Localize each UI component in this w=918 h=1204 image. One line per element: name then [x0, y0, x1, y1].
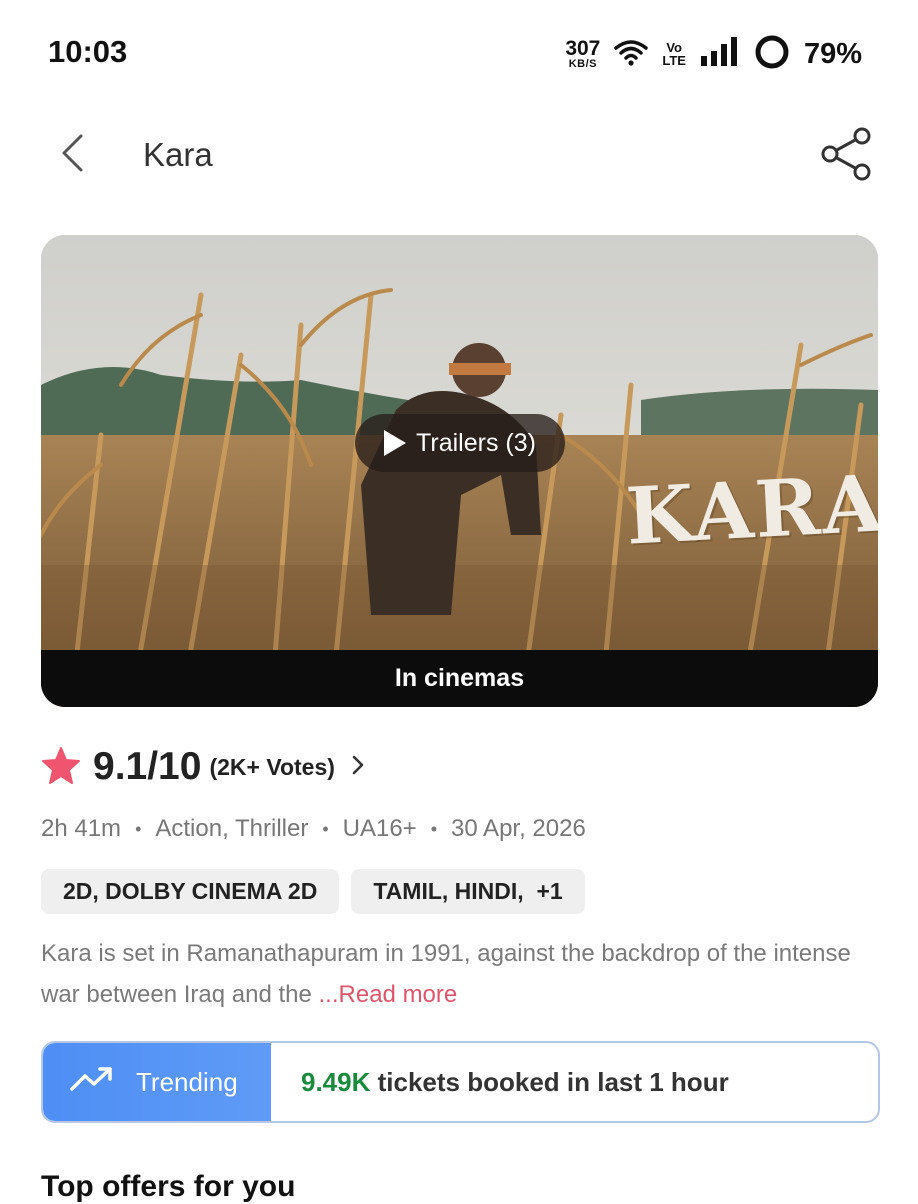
- back-button[interactable]: [50, 130, 94, 180]
- status-time: 10:03: [48, 34, 128, 69]
- format-language-chips: 2D, DOLBY CINEMA 2D TAMIL, HINDI, +1: [41, 869, 585, 914]
- tickets-booked-text: 9.49K tickets booked in last 1 hour: [301, 1043, 729, 1121]
- network-speed-unit: KB/S: [568, 58, 597, 70]
- rating-value: 9.1/10: [93, 745, 202, 788]
- movie-logo: KARA: [623, 458, 878, 563]
- trending-tag: Trending: [43, 1043, 271, 1121]
- network-speed-value: 307: [565, 37, 601, 60]
- battery-percentage: 79%: [803, 37, 862, 70]
- chevron-left-icon: [59, 133, 85, 178]
- genres: Action, Thriller: [155, 815, 309, 842]
- meta-separator: •: [135, 818, 142, 839]
- in-cinemas-label: In cinemas: [41, 650, 878, 707]
- play-icon: [384, 430, 407, 456]
- network-speed: 307 KB/S: [565, 38, 600, 70]
- volte-indicator: Vo LTE: [662, 41, 686, 67]
- trailers-button[interactable]: Trailers (3): [355, 414, 565, 472]
- share-button[interactable]: [818, 125, 876, 183]
- trending-banner: Trending 9.49K tickets booked in last 1 …: [41, 1041, 880, 1123]
- trailers-label: Trailers (3): [416, 428, 536, 457]
- tickets-count: 9.49K: [301, 1066, 371, 1097]
- rating-row[interactable]: 9.1/10 (2K+ Votes): [41, 742, 365, 792]
- offers-section-title: Top offers for you: [41, 1170, 296, 1203]
- status-bar: 10:03 307 KB/S Vo LTE 79%: [0, 0, 918, 100]
- movie-banner[interactable]: Trailers (3) KARA In cinemas: [41, 235, 878, 707]
- signal-icon: [700, 36, 740, 73]
- chevron-right-icon: [351, 754, 365, 781]
- trending-up-icon: [70, 1066, 114, 1099]
- votes-count: (2K+ Votes): [209, 753, 335, 780]
- certificate: UA16+: [342, 815, 417, 842]
- app-header: Kara: [0, 110, 918, 200]
- read-more-link[interactable]: ...Read more: [319, 981, 458, 1008]
- wifi-icon: [614, 38, 649, 71]
- star-icon: [41, 746, 81, 789]
- format-chip[interactable]: 2D, DOLBY CINEMA 2D: [41, 869, 340, 914]
- tickets-suffix: tickets booked in last 1 hour: [370, 1066, 729, 1097]
- trending-label: Trending: [136, 1066, 238, 1097]
- release-date: 30 Apr, 2026: [451, 815, 586, 842]
- battery-icon: [754, 34, 790, 75]
- page-title: Kara: [143, 136, 213, 173]
- movie-meta: 2h 41m • Action, Thriller • UA16+ • 30 A…: [41, 815, 586, 843]
- share-icon: [818, 127, 876, 187]
- volte-bottom: LTE: [662, 53, 686, 68]
- synopsis: Kara is set in Ramanathapuram in 1991, a…: [41, 933, 886, 1015]
- meta-separator: •: [430, 818, 438, 839]
- meta-separator: •: [322, 818, 329, 839]
- language-chip[interactable]: TAMIL, HINDI, +1: [351, 869, 585, 914]
- status-indicators: 307 KB/S Vo LTE 79%: [565, 34, 862, 74]
- duration: 2h 41m: [41, 815, 122, 842]
